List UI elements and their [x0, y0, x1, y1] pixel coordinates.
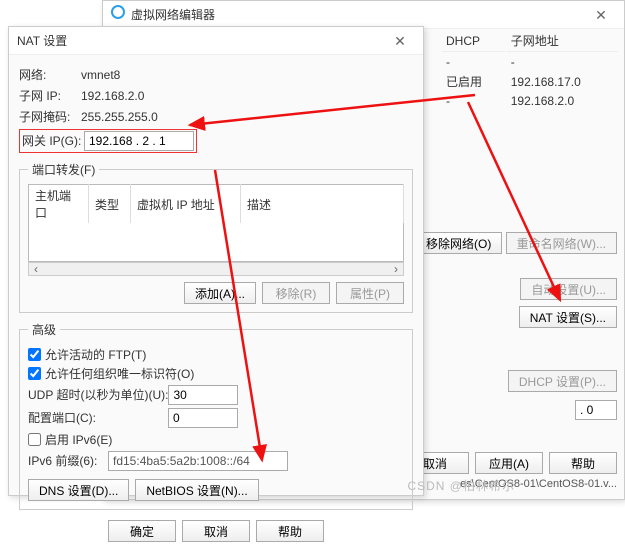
config-port-label: 配置端口(C): — [28, 409, 168, 427]
auto-settings-button[interactable]: 自动设置(U)... — [520, 278, 617, 300]
table-row: -192.168.2.0 — [442, 93, 618, 109]
col-dhcp: DHCP — [442, 30, 505, 52]
ipv6-prefix-label: IPv6 前缀(6): — [28, 452, 108, 470]
subnet-ip-value: 192.168.2.0 — [81, 87, 144, 105]
nat-title: NAT 设置 — [17, 27, 67, 55]
allow-any-oui-checkbox[interactable] — [28, 367, 41, 380]
gateway-ip-input[interactable] — [84, 131, 194, 151]
ipv6-prefix-input[interactable] — [108, 451, 288, 471]
port-forward-table: 主机端口 类型 虚拟机 IP 地址 描述 — [28, 184, 404, 262]
udp-timeout-input[interactable] — [168, 385, 238, 405]
network-label: 网络: — [19, 66, 81, 84]
properties-button[interactable]: 属性(P) — [336, 282, 404, 304]
ok-button[interactable]: 确定 — [108, 520, 176, 542]
table-row: 已启用192.168.17.0 — [442, 72, 618, 91]
col-host-port: 主机端口 — [29, 185, 89, 224]
dns-settings-button[interactable]: DNS 设置(D)... — [28, 479, 129, 501]
col-vm-ip: 虚拟机 IP 地址 — [131, 185, 241, 224]
col-subnet: 子网地址 — [507, 30, 618, 52]
close-icon[interactable]: ✕ — [586, 1, 616, 29]
netbios-settings-button[interactable]: NetBIOS 设置(N)... — [135, 479, 258, 501]
app-icon — [111, 5, 125, 19]
config-port-input[interactable] — [168, 408, 238, 428]
table-row: -- — [442, 54, 618, 70]
subnet-suffix-input[interactable] — [575, 400, 617, 420]
allow-active-ftp-checkbox[interactable] — [28, 348, 41, 361]
advanced-legend: 高级 — [28, 321, 60, 338]
advanced-group: 高级 允许活动的 FTP(T) 允许任何组织唯一标识符(O) UDP 超时(以秒… — [19, 321, 413, 510]
port-forward-legend: 端口转发(F) — [28, 161, 99, 178]
subnet-ip-label: 子网 IP: — [19, 87, 81, 105]
remove-button[interactable]: 移除(R) — [262, 282, 330, 304]
watermark: CSDN @柏林希尔 — [407, 477, 515, 494]
network-value: vmnet8 — [81, 66, 120, 84]
remove-network-button[interactable]: 移除网络(O) — [415, 232, 502, 254]
editor-help-button[interactable]: 帮助 — [549, 452, 617, 474]
port-forward-group: 端口转发(F) 主机端口 类型 虚拟机 IP 地址 描述 ‹› 添加(A)...… — [19, 161, 413, 313]
nat-settings-button[interactable]: NAT 设置(S)... — [519, 306, 617, 328]
cancel-button[interactable]: 取消 — [182, 520, 250, 542]
editor-apply-button[interactable]: 应用(A) — [475, 452, 543, 474]
gateway-ip-label: 网关 IP(G): — [22, 132, 84, 150]
subnet-mask-value: 255.255.255.0 — [81, 108, 158, 126]
enable-ipv6-label: 启用 IPv6(E) — [45, 431, 112, 448]
col-type: 类型 — [89, 185, 131, 224]
rename-network-button[interactable]: 重命名网络(W)... — [506, 232, 617, 254]
editor-title: 虚拟网络编辑器 — [131, 8, 215, 22]
help-button[interactable]: 帮助 — [256, 520, 324, 542]
dhcp-settings-button[interactable]: DHCP 设置(P)... — [508, 370, 617, 392]
udp-timeout-label: UDP 超时(以秒为单位)(U): — [28, 386, 168, 404]
allow-any-oui-label: 允许任何组织唯一标识符(O) — [45, 365, 194, 382]
nat-titlebar: NAT 设置 ✕ — [9, 27, 423, 55]
editor-network-table: DHCP 子网地址 -- 已启用192.168.17.0 -192.168.2.… — [440, 28, 620, 111]
nat-settings-dialog: NAT 设置 ✕ 网络:vmnet8 子网 IP:192.168.2.0 子网掩… — [8, 26, 424, 496]
allow-active-ftp-label: 允许活动的 FTP(T) — [45, 346, 146, 363]
close-icon[interactable]: ✕ — [385, 27, 415, 55]
add-button[interactable]: 添加(A)... — [184, 282, 256, 304]
editor-titlebar: 虚拟网络编辑器 ✕ — [103, 1, 624, 29]
enable-ipv6-checkbox[interactable] — [28, 433, 41, 446]
col-desc: 描述 — [241, 185, 404, 224]
subnet-mask-label: 子网掩码: — [19, 108, 81, 126]
horizontal-scrollbar[interactable]: ‹› — [28, 262, 404, 276]
